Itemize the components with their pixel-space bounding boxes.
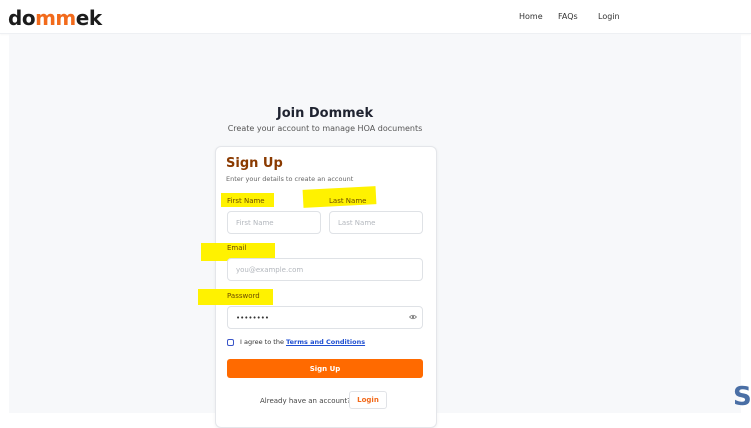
logo-suffix: ek xyxy=(75,6,102,30)
password-label: Password xyxy=(227,292,260,300)
terms-agree-text: I agree to the Terms and Conditions xyxy=(240,338,365,346)
terms-link[interactable]: Terms and Conditions xyxy=(286,338,365,346)
nav-home-wrap: Home xyxy=(519,12,543,21)
nav-login-wrap: Login xyxy=(598,12,620,21)
corner-glyph: S xyxy=(733,382,751,412)
last-name-label: Last Name xyxy=(329,197,367,205)
logo-accent: mm xyxy=(35,6,76,30)
top-header: dommek Home FAQs Login xyxy=(0,0,751,34)
last-name-input[interactable] xyxy=(329,211,423,234)
page-title: Join Dommek xyxy=(276,106,374,121)
page-subtitle: Create your account to manage HOA docume… xyxy=(227,124,423,133)
signup-button[interactable]: Sign Up xyxy=(227,359,423,378)
nav-faqs-wrap: FAQs xyxy=(558,12,578,21)
brand-logo[interactable]: dommek xyxy=(8,6,102,30)
login-button[interactable]: Login xyxy=(349,391,387,409)
password-input[interactable] xyxy=(227,306,423,329)
terms-checkbox[interactable] xyxy=(227,339,234,346)
logo-prefix: do xyxy=(8,6,36,30)
terms-agree-label: I agree to the xyxy=(240,338,287,346)
first-name-input[interactable] xyxy=(227,211,321,234)
already-account-text: Already have an account? xyxy=(260,397,351,405)
first-name-label: First Name xyxy=(227,197,265,205)
nav-faqs-link[interactable]: FAQs xyxy=(558,12,578,21)
email-label: Email xyxy=(227,244,247,252)
eye-icon[interactable] xyxy=(409,314,417,320)
signup-title: Sign Up xyxy=(226,156,283,171)
nav-home-link[interactable]: Home xyxy=(519,12,543,21)
email-input[interactable] xyxy=(227,258,423,281)
nav-login-link[interactable]: Login xyxy=(598,12,620,21)
signup-subtitle: Enter your details to create an account xyxy=(226,175,354,183)
